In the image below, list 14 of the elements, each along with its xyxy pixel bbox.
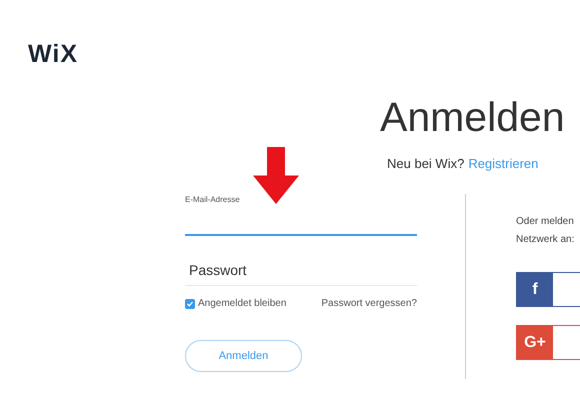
social-prompt-text: Netzwerk an: [516, 233, 574, 247]
email-label: E-Mail-Adresse [185, 194, 240, 205]
google-plus-button[interactable]: G+ [516, 325, 580, 360]
remember-label: Angemeldet bleiben [198, 298, 286, 309]
facebook-button[interactable]: f [516, 272, 580, 307]
forgot-password-link[interactable]: Passwort vergessen? [321, 298, 417, 309]
signup-prompt: Neu bei Wix? [387, 156, 464, 172]
page-title: Anmelden [380, 94, 565, 140]
arrow-icon [253, 147, 299, 204]
register-link[interactable]: Registrieren [468, 156, 538, 172]
logo: WiX [28, 40, 78, 68]
login-button[interactable]: Anmelden [185, 340, 302, 372]
checkbox[interactable] [185, 298, 195, 308]
social-prompt-text: Oder melden [516, 215, 574, 229]
